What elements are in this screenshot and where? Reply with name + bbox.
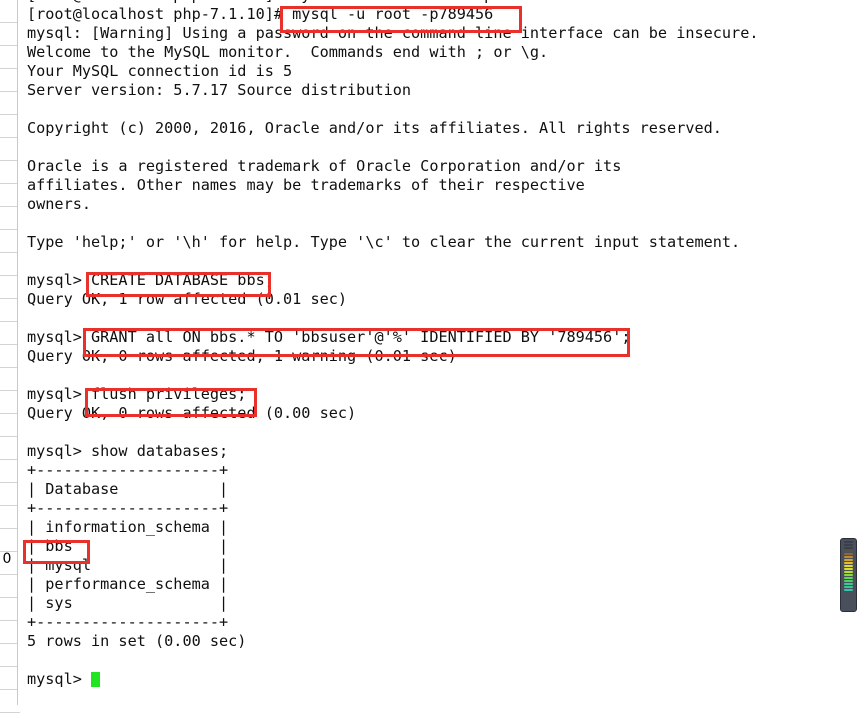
terminal-line: Query OK, 1 row affected (0.01 sec) <box>27 290 348 308</box>
level-meter-segment <box>844 580 853 582</box>
terminal-line: +--------------------+ <box>27 499 229 517</box>
level-meter-segment <box>844 550 853 552</box>
level-meter-segment <box>844 565 853 567</box>
level-meter-segment <box>844 589 853 591</box>
level-meter-widget[interactable] <box>840 538 857 612</box>
terminal-line: +--------------------+ <box>27 461 229 479</box>
level-meter-segment <box>844 556 853 558</box>
level-meter-segment <box>844 562 853 564</box>
terminal-line: mysql> show databases; <box>27 442 229 460</box>
terminal-line: Type 'help;' or '\h' for help. Type '\c'… <box>27 233 741 251</box>
terminal-line: | mysql | <box>27 556 229 574</box>
terminal-prompt-line[interactable]: mysql> <box>27 670 847 689</box>
terminal-line: Oracle is a registered trademark of Orac… <box>27 157 622 175</box>
terminal-line: Welcome to the MySQL monitor. Commands e… <box>27 43 549 61</box>
level-meter-segment <box>844 577 853 579</box>
terminal-window[interactable]: [root@localhost php-7.1.10]# systemctl r… <box>17 0 857 705</box>
level-meter-segment <box>844 586 853 588</box>
level-meter-segment <box>844 571 853 573</box>
level-meter-segment <box>844 544 853 546</box>
terminal-line: Query OK, 0 rows affected, 1 warning (0.… <box>27 347 457 365</box>
terminal-line: owners. <box>27 195 92 213</box>
terminal-line: | Database | <box>27 480 229 498</box>
terminal-line: +--------------------+ <box>27 613 229 631</box>
terminal-line: Copyright (c) 2000, 2016, Oracle and/or … <box>27 119 722 137</box>
terminal-output: [root@localhost php-7.1.10]# systemctl r… <box>27 0 847 689</box>
level-meter-segment <box>844 583 853 585</box>
level-meter-segment <box>844 574 853 576</box>
level-meter-segment <box>844 568 853 570</box>
level-meter-segment <box>844 541 853 543</box>
terminal-line: mysql> GRANT all ON bbs.* TO 'bbsuser'@'… <box>27 328 631 346</box>
terminal-line: | bbs | <box>27 537 229 555</box>
terminal-line: | information_schema | <box>27 518 229 536</box>
terminal-line: Your MySQL connection id is 5 <box>27 62 293 80</box>
terminal-line: | performance_schema | <box>27 575 229 593</box>
terminal-line: mysql> flush privileges; <box>27 385 247 403</box>
terminal-line: Query OK, 0 rows affected (0.00 sec) <box>27 404 357 422</box>
terminal-line: 5 rows in set (0.00 sec) <box>27 632 247 650</box>
terminal-line: mysql> CREATE DATABASE bbs; <box>27 271 274 289</box>
terminal-line: affiliates. Other names may be trademark… <box>27 176 585 194</box>
terminal-cursor <box>91 672 101 687</box>
level-meter-segment <box>844 559 853 561</box>
level-meter-segment <box>844 547 853 549</box>
terminal-line: Server version: 5.7.17 Source distributi… <box>27 81 412 99</box>
level-meter-segment <box>844 553 853 555</box>
terminal-line: | sys | <box>27 594 229 612</box>
terminal-line: [root@localhost php-7.1.10]# mysql -u ro… <box>27 5 494 23</box>
terminal-line: mysql: [Warning] Using a password on the… <box>27 24 759 42</box>
mysql-prompt: mysql> <box>27 670 92 688</box>
